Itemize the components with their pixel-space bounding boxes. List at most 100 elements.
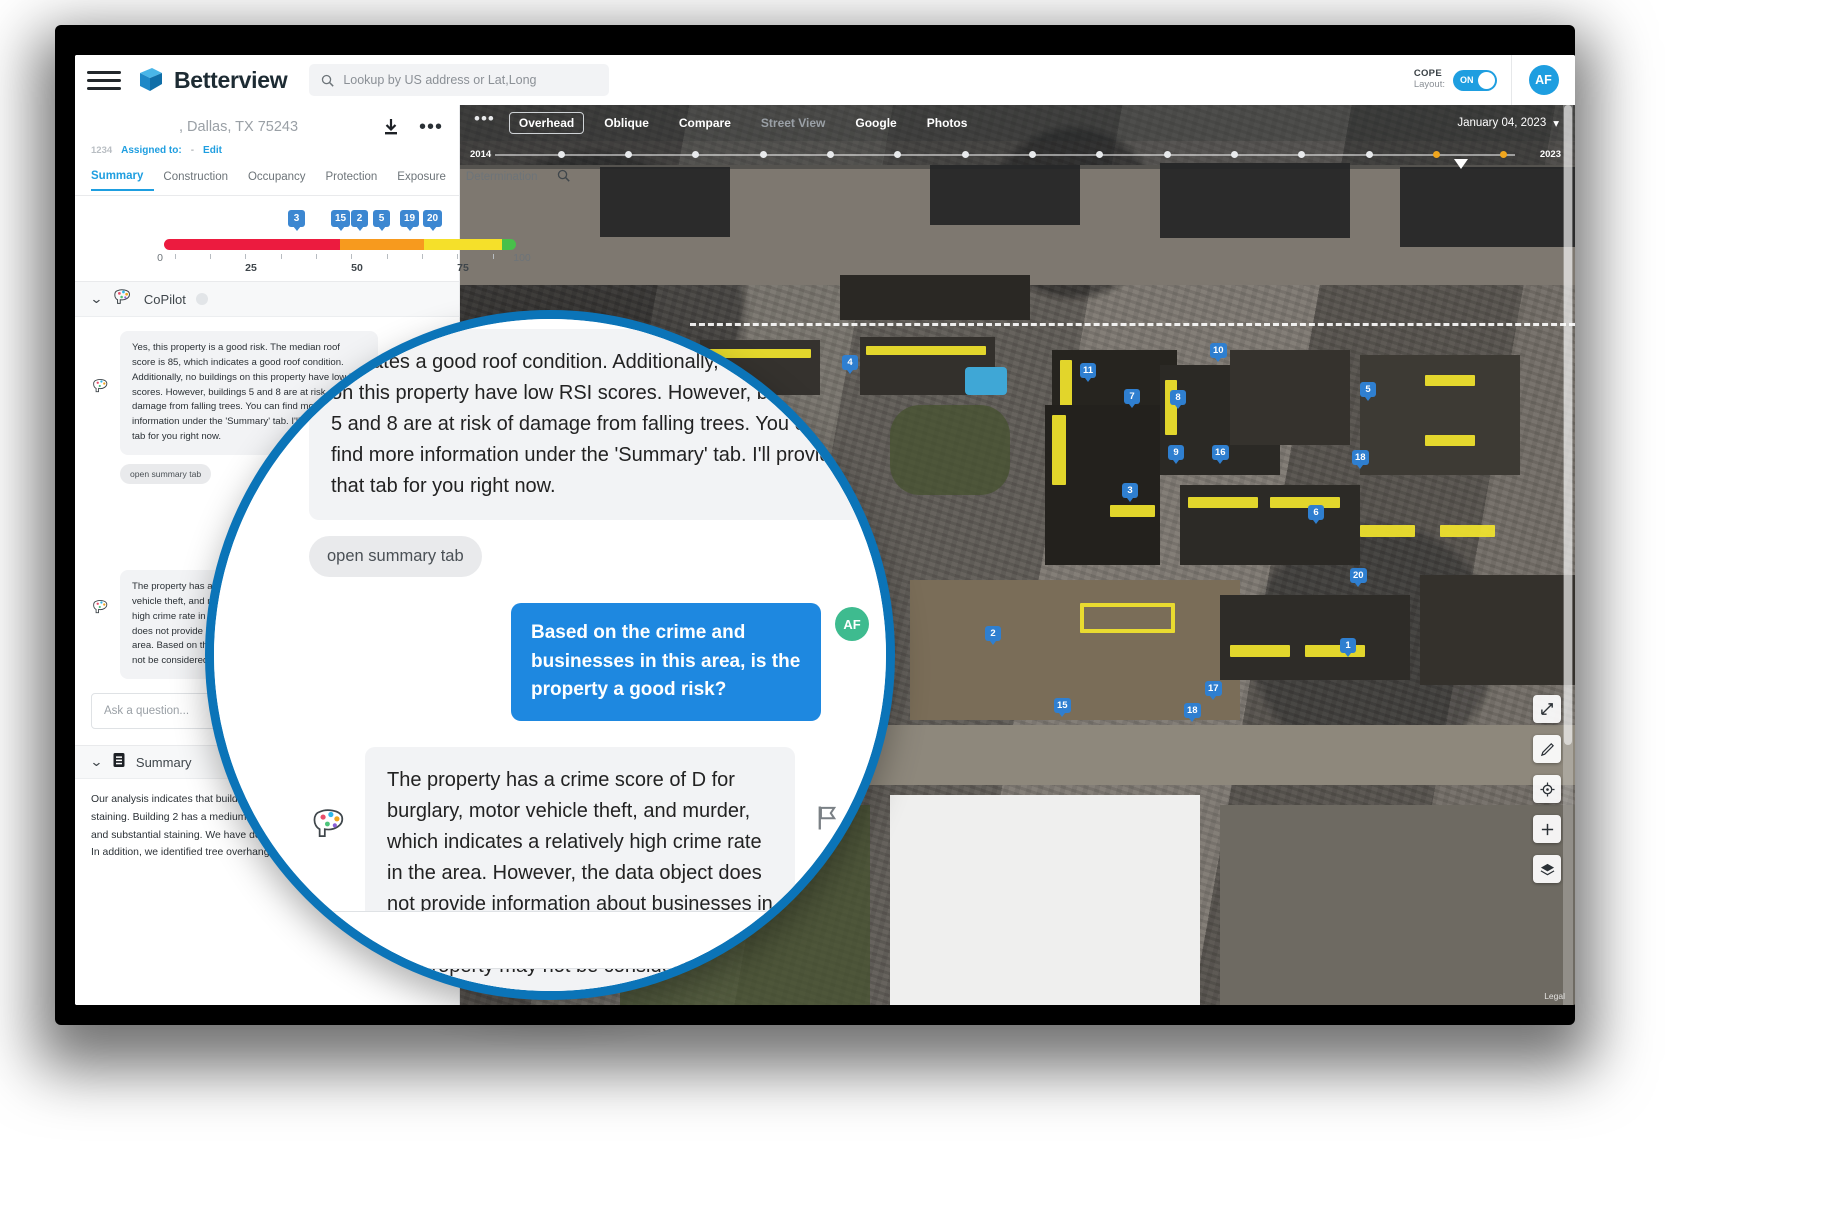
capture-date-selector[interactable]: January 04, 2023 ▾	[1457, 116, 1575, 130]
timeline-dot[interactable]	[760, 151, 767, 158]
timeline-dot[interactable]	[827, 151, 834, 158]
hamburger-icon[interactable]	[87, 70, 121, 90]
building-label[interactable]: 10	[1210, 343, 1227, 362]
tab-construction[interactable]: Construction	[163, 171, 239, 191]
more-horizontal-icon[interactable]: •••	[460, 109, 509, 137]
building-label[interactable]: 20	[1350, 568, 1367, 587]
building-label[interactable]: 8	[1170, 390, 1186, 409]
map-tab-overhead[interactable]: Overhead	[508, 112, 585, 134]
score-markers: 3 15 2 5 19 20	[75, 210, 459, 234]
risk-score-bar: 3 15 2 5 19 20 0 25 50 75 100	[75, 196, 531, 281]
score-band-green	[501, 239, 516, 250]
building-label[interactable]: 16	[1212, 445, 1229, 464]
brain-icon	[112, 287, 134, 312]
timeline-dot[interactable]	[1366, 151, 1373, 158]
map-tab-street-view[interactable]: Street View	[751, 112, 835, 134]
timeline-dot[interactable]	[625, 151, 632, 158]
building-label[interactable]: 15	[1054, 698, 1071, 717]
timeline-dot[interactable]	[1231, 151, 1238, 158]
tab-occupancy[interactable]: Occupancy	[248, 171, 317, 191]
tab-determination[interactable]: Determination	[466, 171, 549, 191]
map-scrollbar-thumb[interactable]	[1564, 105, 1572, 745]
map-lot	[910, 580, 1240, 720]
imagery-timeline[interactable]: 2014 2023	[460, 141, 1575, 169]
map-attribution[interactable]: Legal	[1544, 991, 1565, 1001]
chevron-down-icon[interactable]: ⌄	[90, 291, 104, 307]
building-label[interactable]: 9	[1168, 445, 1184, 464]
building-label[interactable]: 2	[985, 626, 1001, 645]
timeline-marker[interactable]	[1454, 159, 1468, 169]
building-label[interactable]: 18	[1352, 450, 1369, 469]
map-roof-highlight	[1425, 435, 1475, 446]
brand-logo[interactable]: Betterview	[137, 67, 288, 94]
download-icon	[384, 119, 397, 135]
map-feature	[600, 167, 730, 237]
building-label[interactable]: 11	[1080, 363, 1097, 382]
building-label[interactable]: 17	[1205, 681, 1222, 700]
info-icon[interactable]	[195, 293, 208, 305]
building-label[interactable]: 7	[1124, 389, 1140, 408]
map-scrollbar[interactable]	[1563, 105, 1573, 1005]
zoom-in-tool[interactable]	[1533, 815, 1561, 843]
timeline-dot[interactable]	[1029, 151, 1036, 158]
annotate-tool[interactable]	[1533, 735, 1561, 763]
top-navbar: Betterview Lookup by US address or Lat,L…	[75, 55, 1575, 105]
timeline-dot-current[interactable]	[1500, 151, 1507, 158]
chat-action-chip[interactable]: open summary tab	[120, 464, 212, 485]
chevron-down-icon[interactable]: ⌄	[90, 754, 104, 770]
user-menu[interactable]: AF	[1511, 55, 1575, 105]
building-label[interactable]: 18	[1184, 703, 1201, 722]
copilot-section-header[interactable]: ⌄ CoPilot	[75, 281, 459, 317]
map-feature	[1400, 167, 1575, 247]
betterview-logo-icon	[137, 67, 165, 93]
building-label[interactable]: 6	[1308, 505, 1324, 524]
magnified-chat: indicates a good roof condition. Additio…	[309, 319, 869, 991]
score-marker[interactable]: 19	[400, 210, 420, 231]
timeline-dot-current[interactable]	[1433, 151, 1440, 158]
topbar-right-cluster: COPE Layout: ON AF	[1414, 55, 1575, 105]
building-label[interactable]: 3	[1122, 483, 1138, 502]
address-row: , Dallas, TX 75243 •••	[75, 105, 459, 149]
building-label[interactable]: 1	[1340, 638, 1356, 657]
tab-summary[interactable]: Summary	[91, 170, 155, 191]
timeline-dot[interactable]	[962, 151, 969, 158]
map-feature	[1220, 595, 1410, 680]
magnified-input[interactable]: a question...	[214, 911, 886, 969]
copilot-input-placeholder: Ask a question...	[104, 705, 190, 718]
map-tab-compare[interactable]: Compare	[669, 112, 741, 134]
brain-icon	[91, 598, 111, 621]
score-marker[interactable]: 5	[373, 210, 390, 231]
timeline-dot[interactable]	[1164, 151, 1171, 158]
timeline-dot[interactable]	[1298, 151, 1305, 158]
building-label[interactable]: 5	[1360, 382, 1376, 401]
map-tab-photos[interactable]: Photos	[917, 112, 978, 134]
magnified-user-row: Based on the crime and businesses in thi…	[309, 603, 869, 721]
locate-tool[interactable]	[1533, 775, 1561, 803]
map-tab-google[interactable]: Google	[845, 112, 906, 134]
search-placeholder: Lookup by US address or Lat,Long	[343, 73, 537, 87]
edit-link[interactable]: Edit	[203, 145, 222, 156]
chevron-down-icon: ▾	[1553, 118, 1559, 130]
search-input[interactable]: Lookup by US address or Lat,Long	[309, 64, 610, 96]
flag-icon[interactable]	[815, 805, 839, 837]
more-horizontal-icon[interactable]: •••	[419, 117, 443, 137]
measure-tool[interactable]	[1533, 695, 1561, 723]
layers-tool[interactable]	[1533, 855, 1561, 883]
tab-exposure[interactable]: Exposure	[397, 171, 457, 191]
timeline-dot[interactable]	[894, 151, 901, 158]
score-marker[interactable]: 15	[331, 210, 351, 231]
map-tab-oblique[interactable]: Oblique	[594, 112, 659, 134]
score-marker[interactable]: 2	[351, 210, 368, 231]
score-marker[interactable]: 3	[288, 210, 305, 231]
tab-protection[interactable]: Protection	[326, 171, 389, 191]
send-icon[interactable]	[849, 924, 879, 956]
tab-search-button[interactable]	[557, 169, 571, 193]
map-feature	[1230, 350, 1350, 445]
cope-layout-toggle[interactable]: ON	[1453, 69, 1497, 91]
timeline-dot[interactable]	[692, 151, 699, 158]
score-marker[interactable]: 20	[423, 210, 443, 231]
timeline-dot[interactable]	[1096, 151, 1103, 158]
download-button[interactable]	[383, 118, 399, 136]
magnified-action-chip[interactable]: open summary tab	[309, 536, 482, 577]
timeline-dot[interactable]	[558, 151, 565, 158]
